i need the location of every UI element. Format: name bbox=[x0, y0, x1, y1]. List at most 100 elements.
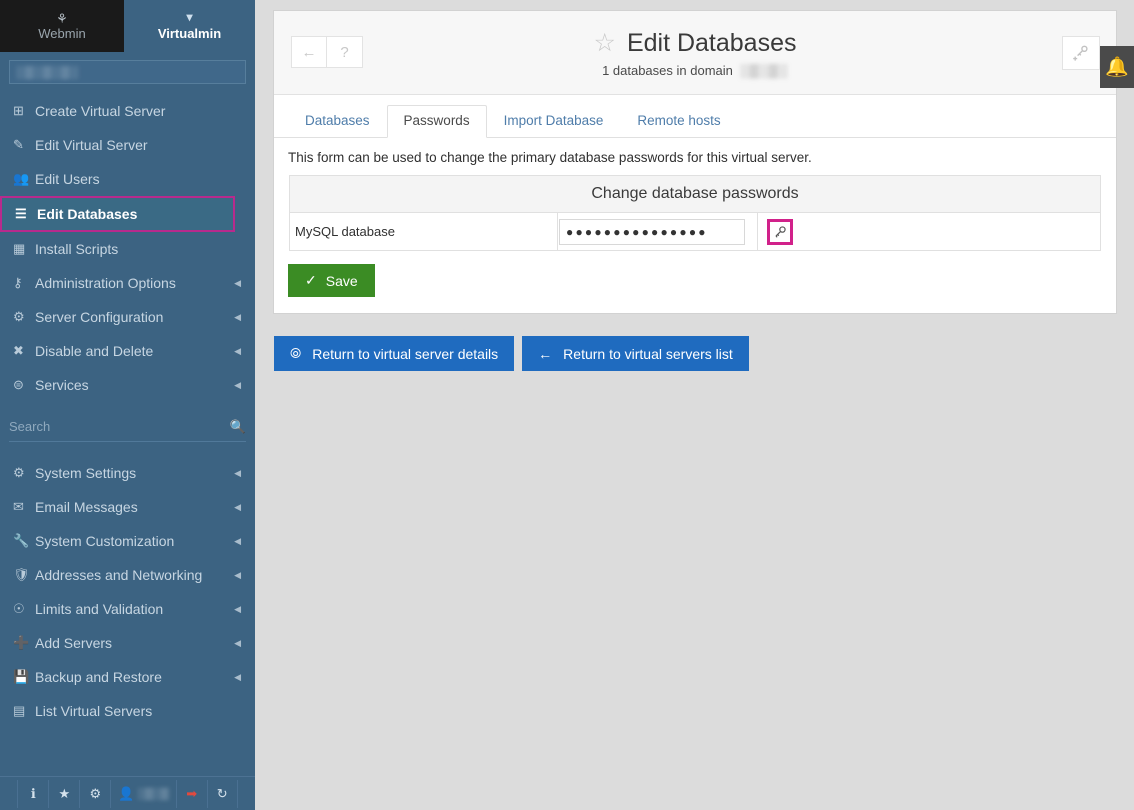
chevron-left-icon: ◀ bbox=[234, 672, 241, 683]
sidebar-item-email-messages[interactable]: ✉ Email Messages ◀ bbox=[0, 490, 255, 524]
password-table: Change database passwords MySQL database bbox=[289, 175, 1101, 251]
refresh-icon[interactable]: ↻ bbox=[207, 780, 238, 808]
bell-icon[interactable]: 🔔 bbox=[1100, 46, 1134, 88]
search-input[interactable]: Search 🔍 bbox=[9, 412, 246, 442]
sidebar-item-label: Add Servers bbox=[35, 635, 234, 651]
chevron-left-icon: ◀ bbox=[234, 278, 241, 289]
chevron-left-icon: ◀ bbox=[234, 536, 241, 547]
sidebar-item-install-scripts[interactable]: ▦ Install Scripts bbox=[0, 232, 255, 266]
star-icon[interactable]: ★ bbox=[48, 780, 79, 808]
sidebar-item-label: Edit Users bbox=[35, 171, 241, 187]
page-header: ← ? ☆ Edit Databases 1 databases in doma… bbox=[274, 11, 1116, 95]
sidebar-item-edit-users[interactable]: 👥 Edit Users bbox=[0, 162, 255, 196]
button-label: Return to virtual servers list bbox=[563, 346, 733, 362]
tab-label: Import Database bbox=[504, 113, 604, 128]
gear-icon: ⚙ bbox=[13, 465, 35, 481]
chevron-left-icon: ◀ bbox=[234, 638, 241, 649]
plus-icon: ➕ bbox=[13, 635, 35, 651]
table-row: MySQL database bbox=[290, 213, 1101, 251]
sidebar-item-edit-virtual-server[interactable]: ✎ Edit Virtual Server bbox=[0, 128, 255, 162]
tab-databases[interactable]: Databases bbox=[288, 105, 387, 138]
sidebar-item-label: Backup and Restore bbox=[35, 669, 234, 685]
tab-label: Passwords bbox=[404, 113, 470, 128]
username-redacted: ░▒░▒ bbox=[138, 788, 169, 800]
header-left-actions: ← ? bbox=[291, 36, 363, 68]
list-icon: ▤ bbox=[13, 703, 35, 719]
return-to-virtual-server-details-button[interactable]: ⦾ Return to virtual server details bbox=[274, 336, 514, 371]
user-lock-icon: ☉ bbox=[13, 601, 35, 617]
header-center: ☆ Edit Databases 1 databases in domain ░… bbox=[594, 27, 797, 78]
return-to-virtual-servers-list-button[interactable]: ← Return to virtual servers list bbox=[522, 336, 749, 371]
sidebar-item-label: Services bbox=[35, 377, 234, 393]
virtualmin-tab-label: Virtualmin bbox=[158, 26, 221, 41]
tab-import-database[interactable]: Import Database bbox=[487, 105, 621, 138]
tab-label: Remote hosts bbox=[637, 113, 720, 128]
sidebar-item-add-servers[interactable]: ➕ Add Servers ◀ bbox=[0, 626, 255, 660]
app-window: ⚘ Webmin ▾ Virtualmin ░▒░▒░▒░ ⊞ Create V… bbox=[0, 0, 1134, 810]
tab-label: Databases bbox=[305, 113, 370, 128]
chevron-left-icon: ◀ bbox=[234, 468, 241, 479]
sidebar-item-edit-databases[interactable]: ☰ Edit Databases bbox=[0, 196, 235, 232]
sitemap-icon: ⊜ bbox=[13, 377, 35, 393]
domain-selector[interactable]: ░▒░▒░▒░ bbox=[9, 60, 246, 84]
key-plus-icon[interactable] bbox=[1062, 36, 1100, 70]
chevron-left-icon: ◀ bbox=[234, 570, 241, 581]
back-button[interactable]: ← bbox=[291, 36, 327, 68]
sidebar-item-backup-and-restore[interactable]: 💾 Backup and Restore ◀ bbox=[0, 660, 255, 694]
logout-icon[interactable]: ➡ bbox=[176, 780, 207, 808]
domain-selector-value: ░▒░▒░▒░ bbox=[16, 65, 79, 79]
plus-square-icon: ⊞ bbox=[13, 103, 35, 119]
window-icon: ▦ bbox=[13, 241, 35, 257]
webmin-tab-label: Webmin bbox=[38, 26, 85, 41]
help-button[interactable]: ? bbox=[327, 36, 363, 68]
sidebar-item-label: System Customization bbox=[35, 533, 234, 549]
gears-icon[interactable]: ⚙ bbox=[79, 780, 110, 808]
sidebar-item-disable-and-delete[interactable]: ✖ Disable and Delete ◀ bbox=[0, 334, 255, 368]
save-button[interactable]: ✓ Save bbox=[288, 264, 375, 297]
check-circle-icon: ✓ bbox=[305, 272, 317, 289]
edit-square-icon: ✎ bbox=[13, 137, 35, 153]
shield-icon: 🛡 bbox=[13, 567, 35, 583]
sidebar-item-addresses-and-networking[interactable]: 🛡 Addresses and Networking ◀ bbox=[0, 558, 255, 592]
generate-password-button[interactable] bbox=[767, 219, 793, 245]
webmin-tab[interactable]: ⚘ Webmin bbox=[0, 0, 124, 52]
sidebar-item-limits-and-validation[interactable]: ☉ Limits and Validation ◀ bbox=[0, 592, 255, 626]
mysql-password-input[interactable] bbox=[559, 219, 745, 245]
database-icon: ☰ bbox=[15, 206, 37, 222]
sidebar-item-label: Edit Virtual Server bbox=[35, 137, 241, 153]
info-icon[interactable]: ℹ bbox=[17, 780, 48, 808]
header-right-actions bbox=[1062, 36, 1100, 70]
sidebar-item-system-customization[interactable]: 🔧 System Customization ◀ bbox=[0, 524, 255, 558]
page-title: Edit Databases bbox=[627, 29, 797, 58]
sidebar-item-system-settings[interactable]: ⚙ System Settings ◀ bbox=[0, 456, 255, 490]
user-account-button[interactable]: 👤 ░▒░▒ bbox=[110, 780, 175, 808]
sidebar-item-label: Create Virtual Server bbox=[35, 103, 241, 119]
form-description: This form can be used to change the prim… bbox=[274, 138, 1116, 175]
sidebar-item-label: Email Messages bbox=[35, 499, 234, 515]
sidebar-item-administration-options[interactable]: ⚷ Administration Options ◀ bbox=[0, 266, 255, 300]
sidebar-item-services[interactable]: ⊜ Services ◀ bbox=[0, 368, 255, 402]
search-icon: 🔍 bbox=[230, 419, 246, 435]
sidebar-item-list-virtual-servers[interactable]: ▤ List Virtual Servers bbox=[0, 694, 255, 728]
sidebar-item-label: Limits and Validation bbox=[35, 601, 234, 617]
chevron-left-icon: ◀ bbox=[234, 604, 241, 615]
tab-passwords[interactable]: Passwords bbox=[387, 105, 487, 138]
sidebar-item-label: Install Scripts bbox=[35, 241, 241, 257]
page-subtitle: 1 databases in domain ░▒░▒░ bbox=[594, 63, 797, 78]
content-panel: ← ? ☆ Edit Databases 1 databases in doma… bbox=[273, 10, 1117, 314]
sidebar-item-server-configuration[interactable]: ⚙ Server Configuration ◀ bbox=[0, 300, 255, 334]
save-icon: 💾 bbox=[13, 669, 35, 685]
star-outline-icon[interactable]: ☆ bbox=[594, 31, 616, 56]
sidebar-item-label: Server Configuration bbox=[35, 309, 234, 325]
tab-bar: Databases Passwords Import Database Remo… bbox=[274, 95, 1116, 138]
arrow-circle-left-icon: ⦾ bbox=[290, 345, 301, 362]
tab-remote-hosts[interactable]: Remote hosts bbox=[620, 105, 737, 138]
sidebar-item-create-virtual-server[interactable]: ⊞ Create Virtual Server bbox=[0, 94, 255, 128]
title-row: ☆ Edit Databases bbox=[594, 29, 797, 58]
chevron-down-icon: ▾ bbox=[186, 12, 192, 23]
chevron-left-icon: ◀ bbox=[234, 346, 241, 357]
save-row: ✓ Save bbox=[274, 251, 1116, 313]
virtualmin-tab[interactable]: ▾ Virtualmin bbox=[124, 0, 255, 52]
key-icon: ⚷ bbox=[13, 275, 35, 291]
chevron-left-icon: ◀ bbox=[234, 380, 241, 391]
